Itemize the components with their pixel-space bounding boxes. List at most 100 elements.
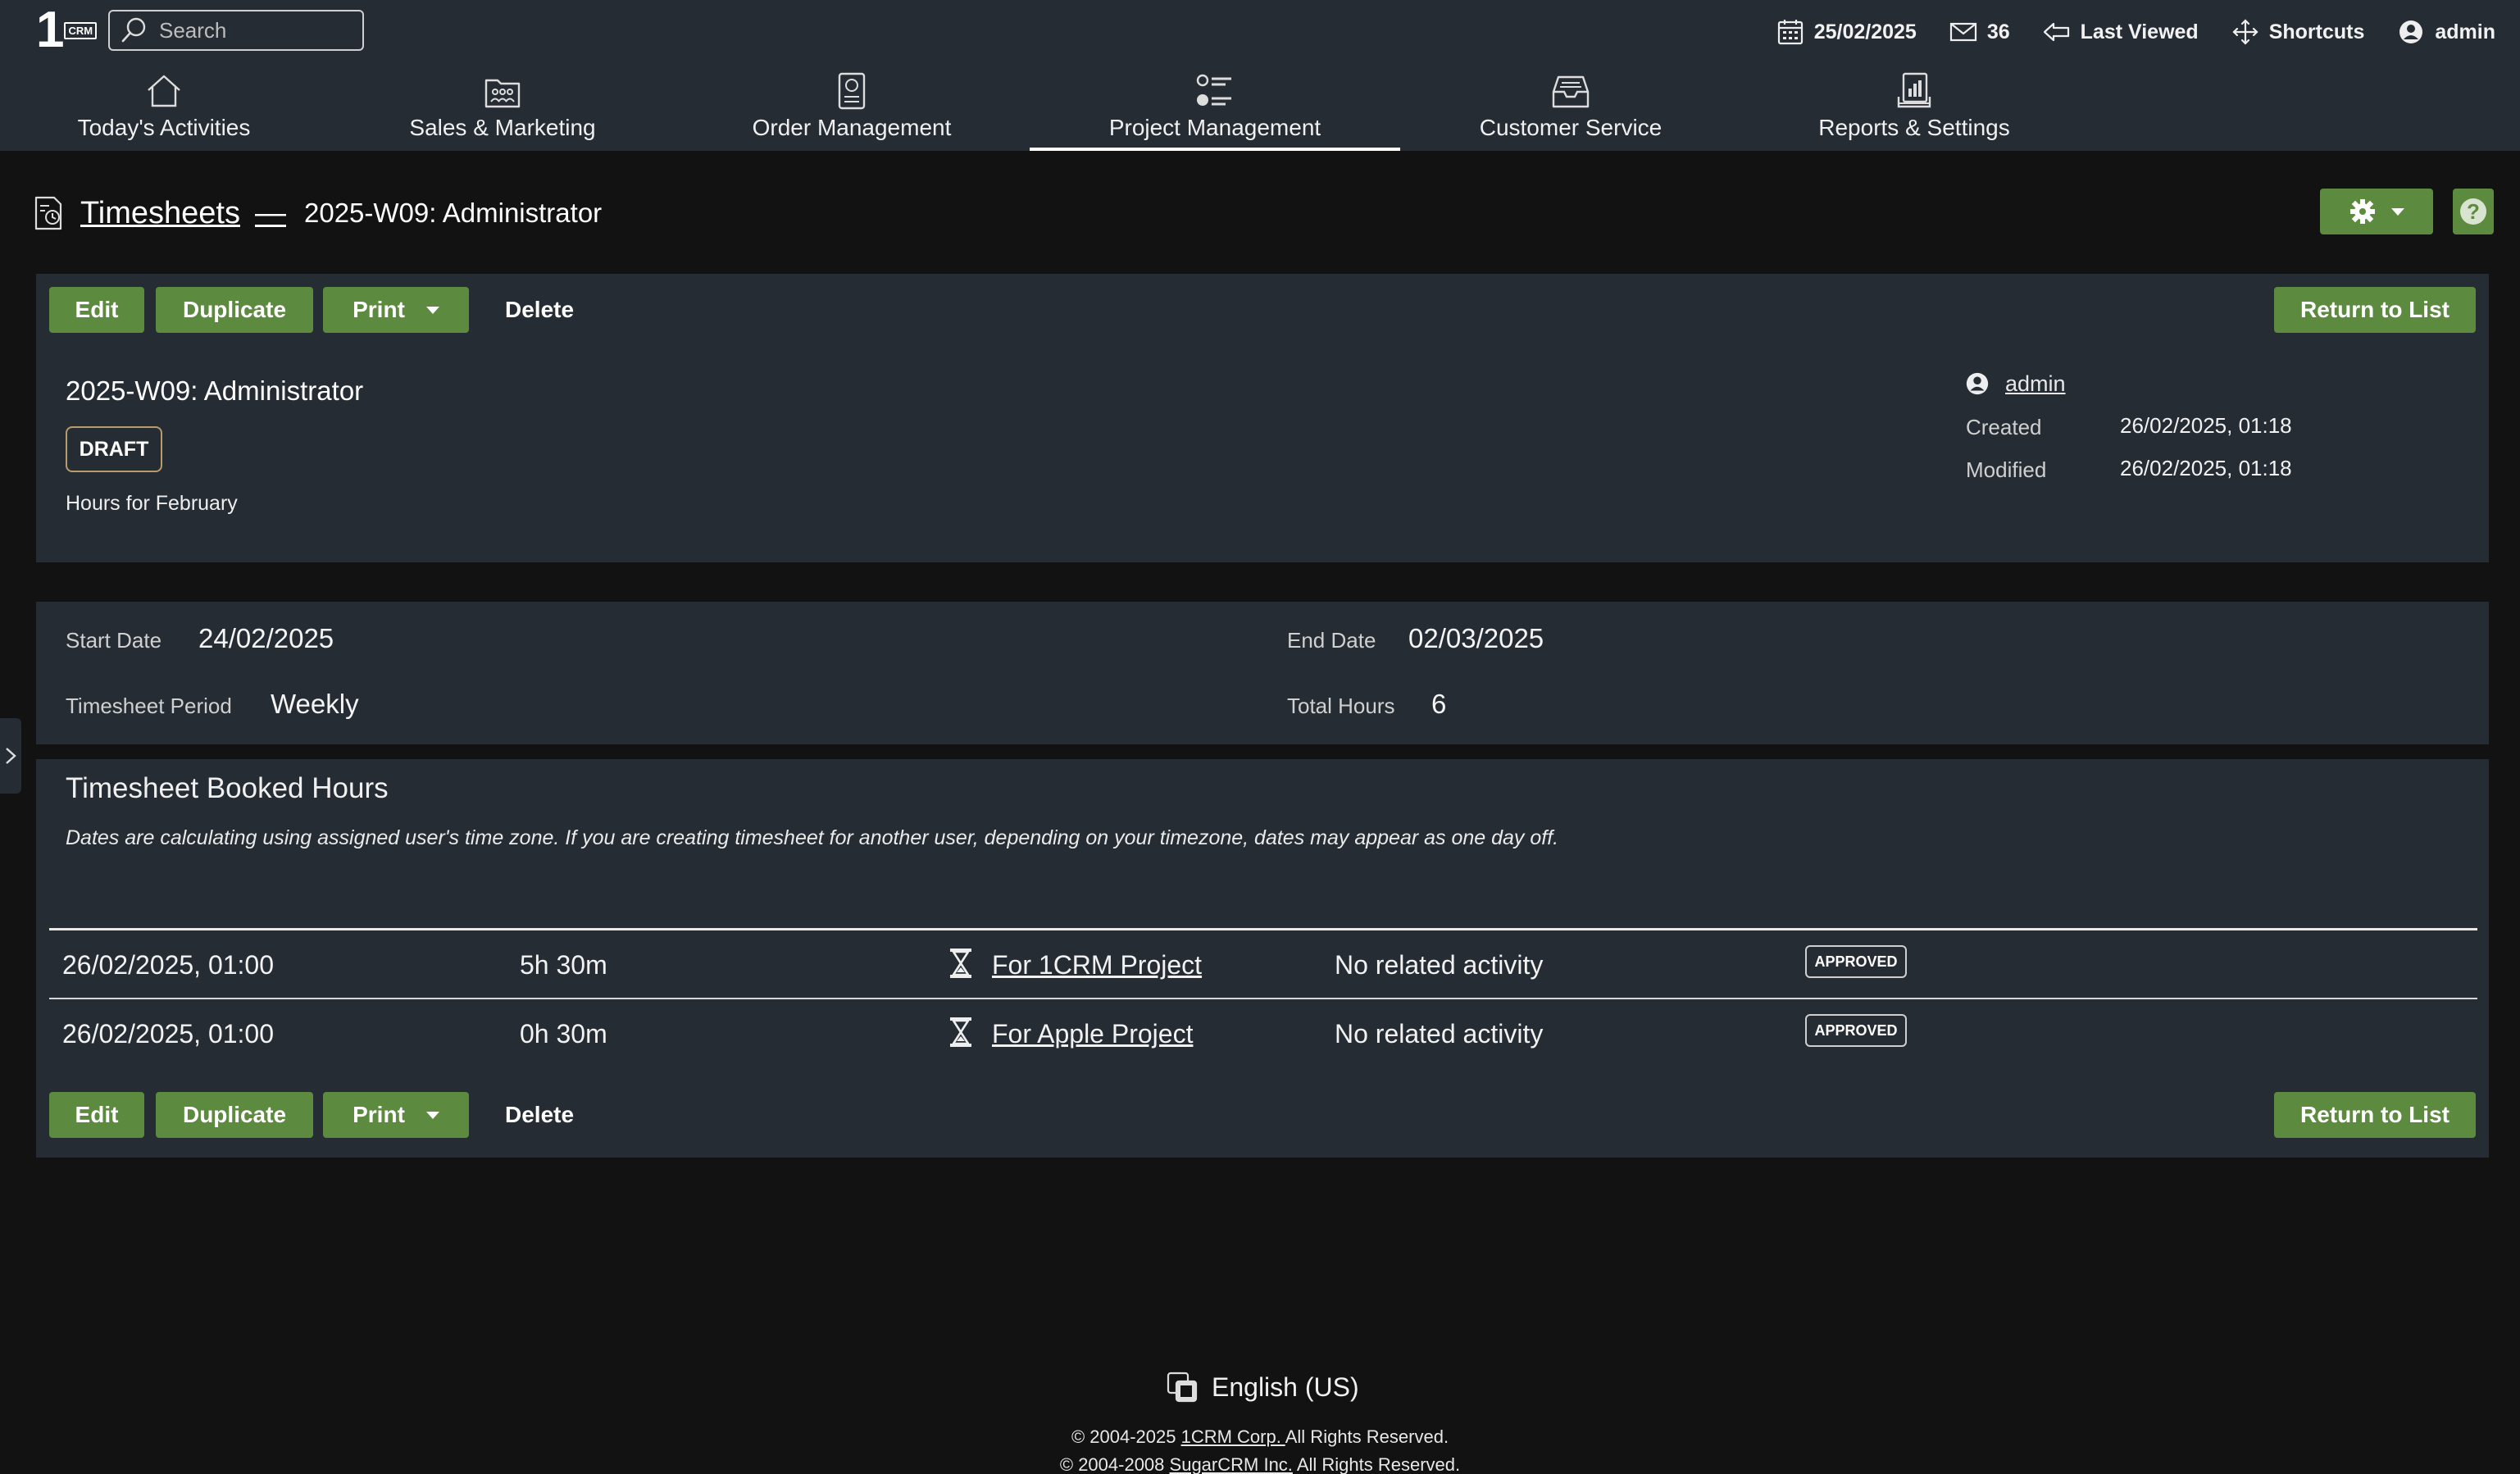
title-separator: — (255, 195, 286, 230)
assigned-user-link[interactable]: admin (2005, 371, 2066, 397)
edit-button[interactable]: Edit (49, 1092, 144, 1138)
mail-count[interactable]: 36 (1949, 18, 2010, 46)
nav-label: Reports & Settings (1818, 115, 2010, 140)
chevron-right-icon (6, 748, 16, 764)
related-activity: No related activity (1335, 1019, 1544, 1049)
modified-label: Modified (1966, 457, 2047, 482)
timesheet-icon (34, 196, 62, 230)
table-row: 26/02/2025, 01:00 0h 30m For Apple Proje… (49, 999, 2477, 1068)
duplicate-button[interactable]: Duplicate (156, 287, 313, 333)
assigned-user: admin (1964, 371, 2066, 397)
nav-todays-activities[interactable]: Today's Activities (72, 69, 256, 151)
shortcuts-label: Shortcuts (2268, 20, 2365, 43)
logo-sub-text: CRM (68, 24, 93, 37)
hourglass-icon (950, 1017, 971, 1047)
home-icon (148, 75, 180, 107)
user-menu[interactable]: admin (2397, 18, 2495, 46)
booked-duration: 5h 30m (520, 950, 607, 980)
calendar-date-text: 25/02/2025 (1813, 20, 1917, 43)
nav-label: Sales & Marketing (409, 115, 596, 140)
nav-label: Today's Activities (77, 115, 251, 140)
calendar-icon (1777, 20, 1803, 45)
settings-dropdown-button[interactable] (2320, 189, 2433, 234)
return-to-list-button[interactable]: Return to List (2274, 1092, 2476, 1138)
calendar-date[interactable]: 25/02/2025 (1776, 18, 1917, 46)
print-button[interactable]: Print (323, 1092, 469, 1138)
language-icon (1167, 1372, 1198, 1403)
mail-count-text: 36 (1986, 20, 2010, 43)
global-search[interactable] (108, 10, 364, 51)
help-icon: ? (2460, 198, 2486, 225)
logo-main: 1 (36, 2, 65, 58)
record-detail-panel: Edit Duplicate Print Delete Return to Li… (36, 274, 2489, 562)
page-title: 2025-W09: Administrator (304, 198, 603, 228)
created-value: 26/02/2025, 01:18 (2120, 413, 2292, 438)
related-activity: No related activity (1335, 950, 1544, 980)
nav-label: Order Management (752, 115, 952, 140)
chevron-down-icon (425, 306, 439, 314)
start-date-label: Start Date (66, 628, 162, 653)
nav-reports-settings[interactable]: Reports & Settings (1813, 69, 2015, 151)
nav-order-management[interactable]: Order Management (749, 69, 954, 151)
delete-button[interactable]: Delete (505, 1092, 574, 1138)
status-badge: APPROVED (1805, 945, 1907, 978)
header-tools: 25/02/2025 36 Last Viewed Shortcuts admi… (1776, 11, 2495, 52)
copyright-line-1: © 2004-2025 1CRM Corp. All Rights Reserv… (0, 1426, 2520, 1448)
timesheet-fields-panel: Start Date 24/02/2025 End Date 02/03/202… (36, 602, 2489, 744)
section-title: Timesheet Booked Hours (66, 772, 389, 804)
page-header: Timesheets — 2025-W09: Administrator (33, 187, 602, 239)
timezone-note: Dates are calculating using assigned use… (66, 826, 1559, 849)
duplicate-button[interactable]: Duplicate (156, 1092, 313, 1138)
mail-icon (1949, 22, 1976, 42)
logo-sub: CRM (64, 21, 98, 39)
hourglass-icon (950, 949, 971, 978)
money-document-icon (838, 72, 866, 110)
chevron-down-icon (2391, 207, 2404, 216)
nav-sales-marketing[interactable]: Sales & Marketing (407, 69, 598, 151)
period-label: Timesheet Period (66, 694, 232, 718)
status-badge: APPROVED (1805, 1014, 1907, 1047)
return-to-list-button[interactable]: Return to List (2274, 287, 2476, 333)
help-button[interactable]: ? (2453, 189, 2494, 234)
gear-icon (2350, 199, 2375, 224)
module-link[interactable]: Timesheets (80, 196, 240, 231)
status-badge: DRAFT (66, 426, 162, 472)
nav-label: Customer Service (1479, 115, 1663, 140)
back-arrow-icon (2043, 22, 2069, 42)
nav-project-management[interactable]: Project Management (1030, 69, 1400, 151)
user-icon (1966, 372, 1989, 395)
total-hours-label: Total Hours (1287, 694, 1395, 718)
people-folder-icon (484, 79, 521, 108)
booked-hours-panel: Timesheet Booked Hours Dates are calcula… (36, 759, 2489, 1158)
user-name: admin (2435, 20, 2495, 43)
period-value: Weekly (271, 689, 359, 719)
language-selector[interactable]: English (US) (1166, 1371, 1359, 1403)
onecrm-link[interactable]: 1CRM Corp. (1181, 1426, 1285, 1447)
last-viewed-label: Last Viewed (2080, 20, 2199, 43)
delete-button[interactable]: Delete (505, 287, 574, 333)
end-date-label: End Date (1287, 628, 1376, 653)
project-link[interactable]: For Apple Project (992, 1019, 1193, 1049)
copyright-text: © 2004-2025 (1071, 1426, 1181, 1447)
language-label: English (US) (1212, 1372, 1359, 1402)
inbox-icon (1552, 75, 1590, 108)
copyright-text: All Rights Reserved. (1292, 1454, 1461, 1474)
nav-customer-service[interactable]: Customer Service (1476, 69, 1666, 151)
print-label: Print (353, 1102, 405, 1127)
nav-label: Project Management (1108, 115, 1321, 140)
sidebar-toggle[interactable] (0, 718, 21, 794)
project-link[interactable]: For 1CRM Project (992, 950, 1202, 980)
app-logo[interactable]: 1 CRM (36, 2, 98, 58)
copyright-text: All Rights Reserved. (1285, 1426, 1449, 1447)
reports-icon (1897, 72, 1931, 108)
last-viewed[interactable]: Last Viewed (2043, 18, 2199, 46)
record-description: Hours for February (66, 492, 238, 515)
edit-button[interactable]: Edit (49, 287, 144, 333)
sugarcrm-link[interactable]: SugarCRM Inc. (1170, 1454, 1293, 1474)
chevron-down-icon (425, 1111, 439, 1119)
shortcuts[interactable]: Shortcuts (2231, 18, 2365, 46)
start-date-value: 24/02/2025 (198, 623, 334, 653)
search-input[interactable] (159, 17, 356, 43)
print-button[interactable]: Print (323, 287, 469, 333)
created-label: Created (1966, 415, 2042, 439)
